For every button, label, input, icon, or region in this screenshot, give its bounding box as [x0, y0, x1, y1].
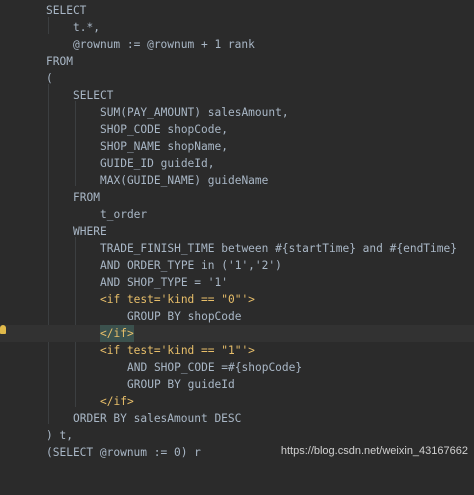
xml-if-open-tag: <if test='kind == "0"'> [100, 293, 255, 306]
code-line: WHERE [0, 223, 474, 240]
code-text: TRADE_FINISH_TIME between #{startTime} a… [100, 242, 457, 255]
code-line: AND ORDER_TYPE in ('1','2') [0, 257, 474, 274]
code-line: FROM [0, 53, 474, 70]
code-line: t_order [0, 206, 474, 223]
code-line: t.*, [0, 19, 474, 36]
code-text: SELECT [46, 4, 87, 17]
code-text: SELECT [73, 89, 114, 102]
xml-if-open-tag: <if test='kind == "1"'> [100, 344, 255, 357]
code-line: </if> [0, 393, 474, 410]
code-text: (SELECT @rownum := 0) r [46, 446, 201, 459]
code-line: ) t, [0, 427, 474, 444]
code-line: SUM(PAY_AMOUNT) salesAmount, [0, 104, 474, 121]
code-line: AND SHOP_TYPE = '1' [0, 274, 474, 291]
code-text: FROM [73, 191, 100, 204]
code-line: SELECT [0, 2, 474, 19]
code-text: @rownum := @rownum + 1 rank [73, 38, 255, 51]
code-text: GUIDE_ID guideId, [100, 157, 215, 170]
code-text: t_order [100, 208, 148, 221]
code-text: GROUP BY guideId [127, 378, 235, 391]
code-line: ( [0, 70, 474, 87]
xml-if-close-tag: </if> [100, 395, 134, 408]
watermark: https://blog.csdn.net/weixin_43167662 [280, 445, 468, 457]
code-text: GROUP BY shopCode [127, 310, 242, 323]
code-text: AND SHOP_TYPE = '1' [100, 276, 228, 289]
code-editor[interactable]: SELECT t.*, @rownum := @rownum + 1 rank … [0, 0, 474, 463]
code-line: SHOP_CODE shopCode, [0, 121, 474, 138]
code-line: <if test='kind == "1"'> [0, 342, 474, 359]
code-text: ( [46, 72, 53, 85]
lightbulb-icon[interactable] [0, 325, 6, 334]
code-line: FROM [0, 189, 474, 206]
code-text: FROM [46, 55, 73, 68]
code-text: AND ORDER_TYPE in ('1','2') [100, 259, 282, 272]
xml-if-close-tag: </if> [100, 325, 134, 342]
code-line: GROUP BY shopCode [0, 308, 474, 325]
code-text: SHOP_CODE shopCode, [100, 123, 228, 136]
code-line: SHOP_NAME shopName, [0, 138, 474, 155]
code-line: @rownum := @rownum + 1 rank [0, 36, 474, 53]
code-line: AND SHOP_CODE =#{shopCode} [0, 359, 474, 376]
code-text: AND SHOP_CODE =#{shopCode} [127, 361, 303, 374]
code-text: MAX(GUIDE_NAME) guideName [100, 174, 269, 187]
code-line: TRADE_FINISH_TIME between #{startTime} a… [0, 240, 474, 257]
code-line: GROUP BY guideId [0, 376, 474, 393]
code-text: ) t, [46, 429, 73, 442]
code-line: GUIDE_ID guideId, [0, 155, 474, 172]
code-text: SHOP_NAME shopName, [100, 140, 228, 153]
current-code-line: </if> [0, 325, 474, 342]
code-text: t.*, [73, 21, 100, 34]
code-line: SELECT [0, 87, 474, 104]
code-line: MAX(GUIDE_NAME) guideName [0, 172, 474, 189]
code-text: WHERE [73, 225, 107, 238]
code-line: <if test='kind == "0"'> [0, 291, 474, 308]
code-text: SUM(PAY_AMOUNT) salesAmount, [100, 106, 289, 119]
code-line: ORDER BY salesAmount DESC [0, 410, 474, 427]
code-text: ORDER BY salesAmount DESC [73, 412, 242, 425]
